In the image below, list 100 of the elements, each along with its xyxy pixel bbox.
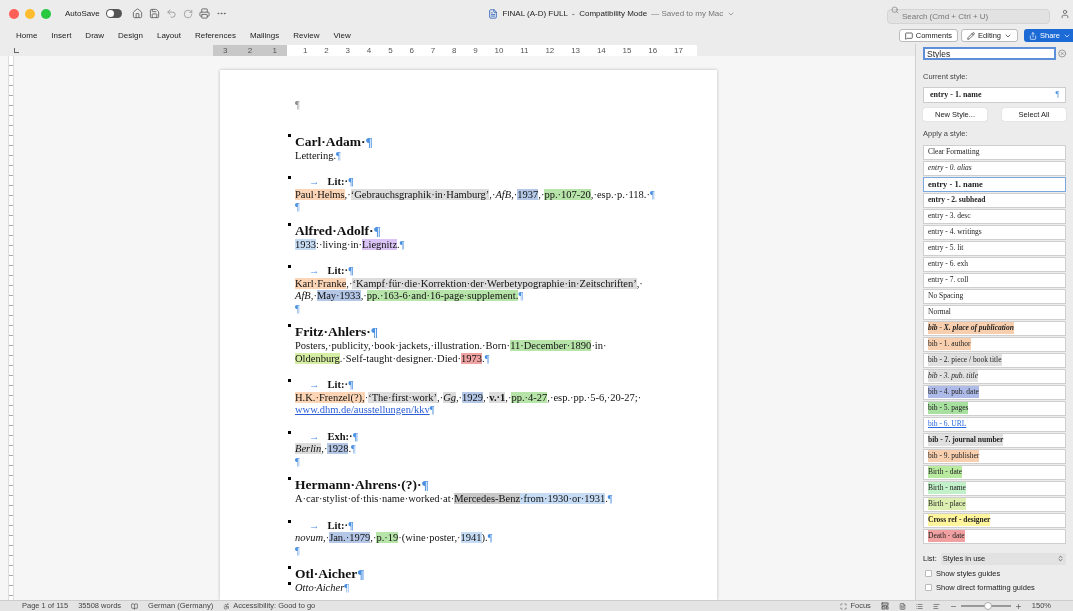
- person-icon[interactable]: [1060, 8, 1070, 19]
- ruler-number: 15: [622, 44, 632, 56]
- body-text: ,·: [323, 532, 330, 543]
- ruler-number: 2: [247, 44, 253, 56]
- body-text: .: [397, 238, 400, 250]
- highlighted-text: Oldenburg: [295, 352, 340, 364]
- tab-selector-icon[interactable]: [14, 47, 19, 53]
- menu-tab[interactable]: Home: [16, 29, 38, 42]
- ruler-number: 5: [388, 44, 393, 56]
- tab-arrow: →: [309, 265, 320, 276]
- link[interactable]: www.dhm.de/ausstellungen/kkv: [295, 404, 430, 415]
- tab-arrow: →: [309, 176, 320, 187]
- highlighted-text: Karl·Franke: [295, 277, 347, 289]
- checkbox[interactable]: [925, 569, 932, 577]
- pilcrow-mark: ¶: [607, 493, 613, 504]
- highlighted-text: 1973: [461, 352, 482, 364]
- highlighted-text: ‘Kampf·für·die·Korrektion·der·Werbetypographie·in·Zeitschriften’: [352, 277, 637, 289]
- ruler-number: 9: [473, 44, 478, 56]
- ruler-number: 2: [324, 44, 329, 56]
- pilcrow-mark: ¶: [518, 290, 524, 301]
- zoom-in-icon[interactable]: [1014, 602, 1022, 610]
- body-text: ·in·: [591, 340, 607, 351]
- window-title: FINAL (A-D) FULL - Compatibility Mode: [502, 7, 648, 20]
- highlighted-text: pp.·4-27: [511, 391, 548, 403]
- body-text: ,·: [346, 277, 353, 289]
- pilcrow-mark: ¶: [357, 566, 365, 581]
- pilcrow-mark: ¶: [399, 238, 405, 250]
- outline-icon[interactable]: [915, 602, 923, 610]
- minimize-window-icon[interactable]: [25, 8, 35, 19]
- body-text: ·(wine·poster,·: [398, 532, 461, 543]
- share-icon: [1029, 31, 1037, 40]
- pilcrow-mark: ¶: [295, 455, 300, 467]
- body-text: .: [482, 352, 485, 364]
- pilcrow-mark: ¶: [295, 544, 300, 556]
- highlighted-text: 1937: [517, 188, 539, 200]
- draft-icon[interactable]: [932, 602, 940, 610]
- body-text: Fritz·Ahlers·: [295, 324, 371, 339]
- pilcrow-mark: ¶: [352, 430, 359, 442]
- body-text: ,·: [321, 443, 328, 454]
- pilcrow-mark: ¶: [373, 222, 381, 238]
- menu-tab[interactable]: Design: [118, 29, 143, 42]
- ruler-number: 11: [520, 44, 529, 56]
- tab-arrow: →: [309, 519, 320, 531]
- ruler-number: 10: [494, 44, 504, 56]
- save-status: — Saved to my Mac: [651, 7, 724, 20]
- highlighted-text: ‘Gebrauchsgraphik·in·Hamburg’: [350, 188, 490, 200]
- print-icon[interactable]: [198, 8, 210, 19]
- highlighted-text: Paul·Helms: [295, 188, 345, 200]
- body-text: Otl·Aicher: [295, 566, 358, 581]
- zoom-thumb[interactable]: [984, 602, 993, 610]
- body-text: Lit:·: [327, 519, 348, 531]
- menu-tab[interactable]: Review: [293, 29, 320, 42]
- body-text: ,·: [511, 188, 518, 200]
- body-text: Hermann·Ahrens·(?)·: [295, 477, 422, 492]
- body-text: ,·esp.·pp.·5-6,·20-27;·: [547, 391, 642, 403]
- menu-tab[interactable]: View: [333, 29, 351, 42]
- highlighted-text: v.·1: [489, 391, 506, 403]
- pilcrow-mark: ¶: [429, 404, 435, 415]
- menu-tab[interactable]: References: [194, 29, 236, 42]
- pilcrow-mark: ¶: [295, 201, 300, 212]
- close-icon[interactable]: [1057, 49, 1066, 58]
- highlighted-text: May·1933: [316, 290, 361, 301]
- pilcrow-mark: ¶: [649, 188, 655, 200]
- ruler-number: 1: [303, 44, 308, 56]
- pilcrow-mark: ¶: [336, 149, 341, 161]
- vertical-ruler[interactable]: [8, 56, 14, 600]
- checkbox[interactable]: [925, 583, 932, 591]
- comment-icon: [904, 31, 913, 40]
- maximize-window-icon[interactable]: [41, 8, 51, 19]
- body-text: :·living·in·: [316, 238, 363, 250]
- close-window-icon[interactable]: [9, 8, 19, 19]
- style-item[interactable]: entry - 1. name: [923, 176, 1066, 192]
- body-text: ,·: [360, 290, 367, 301]
- body-text: ,·: [636, 277, 643, 289]
- menu-tab[interactable]: Insert: [51, 29, 72, 42]
- save-icon[interactable]: [148, 8, 160, 19]
- ruler-number: 16: [648, 44, 658, 56]
- pilcrow-mark: ¶: [344, 582, 350, 593]
- menu-tab[interactable]: Draw: [85, 29, 105, 42]
- autosave-toggle[interactable]: [105, 9, 122, 18]
- current-style-field[interactable]: entry - 1. name ¶: [923, 87, 1066, 104]
- menu-tab[interactable]: Mailings: [249, 29, 280, 42]
- body-text: ,·: [489, 188, 496, 200]
- web-layout-icon[interactable]: [898, 602, 906, 610]
- pilcrow-mark: ¶: [421, 477, 429, 492]
- styles-search-field[interactable]: Styles: [923, 47, 1056, 60]
- body-text: Carl·Adam·: [295, 133, 366, 149]
- undo-icon[interactable]: [165, 8, 177, 19]
- redo-icon[interactable]: [182, 8, 193, 19]
- body-text: Otto·Aicher: [295, 582, 345, 593]
- book-icon[interactable]: [131, 602, 139, 610]
- highlighted-text: 1929: [462, 391, 484, 403]
- home-icon[interactable]: [131, 8, 143, 19]
- highlighted-text: Berlin: [295, 443, 322, 454]
- print-layout-icon[interactable]: [880, 602, 889, 610]
- focus-icon: [840, 602, 848, 610]
- ruler-number: 1: [272, 44, 277, 56]
- search-field[interactable]: Search (Cmd + Ctrl + U): [887, 8, 1050, 24]
- stepper-icon: [1057, 555, 1064, 562]
- menu-tab[interactable]: Layout: [156, 29, 181, 42]
